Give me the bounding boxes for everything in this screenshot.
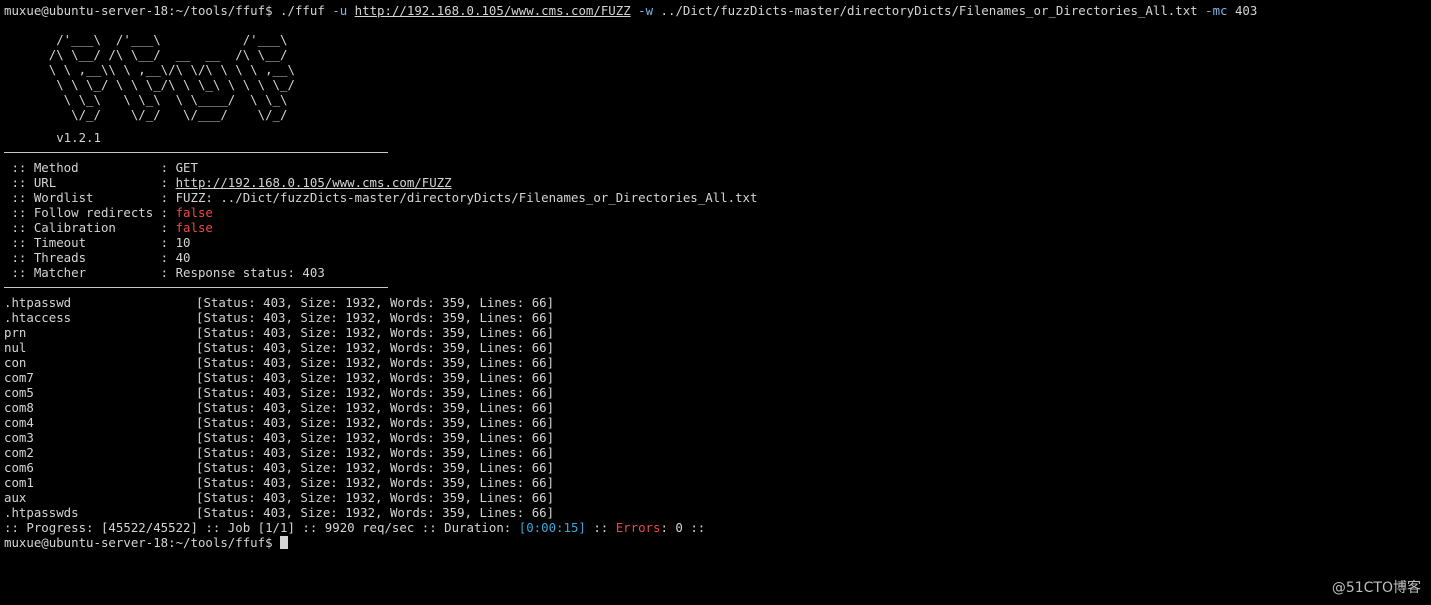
banner-line: /\ \__/ /\ \__/ __ __ /\ \__/ [4,47,288,62]
cursor-block [280,536,289,549]
version-line: v1.2.1 [4,130,1431,145]
config-url: :: URL : http://192.168.0.105/www.cms.co… [4,175,452,190]
flag-w: -w [638,3,654,18]
result-row: aux [Status: 403, Size: 1932, Words: 359,… [4,490,555,505]
divider-top [4,152,388,153]
final-prompt-line[interactable]: muxue@ubuntu-server-18:~/tools/ffuf$ [4,535,1431,550]
command-mc-value: 403 [1234,3,1258,18]
config-threads: :: Threads : 40 [4,250,191,265]
config-follow-redirects: :: Follow redirects : false [4,205,213,220]
config-block: :: Method : GET :: URL : http://192.168.… [4,160,1431,280]
result-row: nul [Status: 403, Size: 1932, Words: 359,… [4,340,555,355]
result-row: com4 [Status: 403, Size: 1932, Words: 359… [4,415,555,430]
command-url: http://192.168.0.105/www.cms.com/FUZZ [354,3,631,18]
result-row: .htaccess [Status: 403, Size: 1932, Words… [4,310,555,325]
result-row: com5 [Status: 403, Size: 1932, Words: 359… [4,385,555,400]
errors-label: Errors [615,520,661,535]
command-wordlist: ../Dict/fuzzDicts-master/directoryDicts/… [660,3,1198,18]
result-row: com6 [Status: 403, Size: 1932, Words: 359… [4,460,555,475]
result-row: com8 [Status: 403, Size: 1932, Words: 359… [4,400,555,415]
config-method: :: Method : GET [4,160,198,175]
flag-u: -u [332,3,348,18]
banner-line: \ \ \_/ \ \ \_/\ \ \_\ \ \ \ \_/ [4,77,295,92]
banner-line: /'___\ /'___\ /'___\ [4,32,288,47]
result-row: .htpasswd [Status: 403, Size: 1932, Words… [4,295,555,310]
banner-line: \ \ ,__\\ \ ,__\/\ \/\ \ \ \ ,__\ [4,62,295,77]
shell-prompt: muxue@ubuntu-server-18:~/tools/ffuf$ [4,535,273,550]
result-row: com2 [Status: 403, Size: 1932, Words: 359… [4,445,555,460]
progress-line: :: Progress: [45522/45522] :: Job [1/1] … [4,520,706,535]
result-row: com7 [Status: 403, Size: 1932, Words: 359… [4,370,555,385]
version-text: v1.2.1 [56,130,101,145]
config-matcher: :: Matcher : Response status: 403 [4,265,325,280]
result-row: com1 [Status: 403, Size: 1932, Words: 359… [4,475,555,490]
terminal-output[interactable]: muxue@ubuntu-server-18:~/tools/ffuf$ ./f… [4,3,1431,550]
result-row: con [Status: 403, Size: 1932, Words: 359,… [4,355,555,370]
config-calibration: :: Calibration : false [4,220,213,235]
result-row: com3 [Status: 403, Size: 1932, Words: 359… [4,430,555,445]
result-row: prn [Status: 403, Size: 1932, Words: 359,… [4,325,555,340]
results-list: .htpasswd [Status: 403, Size: 1932, Words… [4,295,1431,520]
config-timeout: :: Timeout : 10 [4,235,191,250]
banner-line: \/_/ \/_/ \/___/ \/_/ [4,107,288,122]
ffuf-banner: /'___\ /'___\ /'___\ /\ \__/ /\ \__/ __ … [4,32,1431,122]
watermark: @51CTO博客 [1331,580,1421,596]
flag-mc: -mc [1205,3,1228,18]
result-row: .htpasswds [Status: 403, Size: 1932, Word… [4,505,555,520]
divider-bottom [4,287,388,288]
banner-line: \ \_\ \ \_\ \ \____/ \ \_\ [4,92,288,107]
command-exe: ./ffuf [280,3,325,18]
command-line: muxue@ubuntu-server-18:~/tools/ffuf$ ./f… [4,3,1431,18]
config-wordlist: :: Wordlist : FUZZ: ../Dict/fuzzDicts-ma… [4,190,758,205]
duration-value: [0:00:15] [518,520,586,535]
shell-prompt: muxue@ubuntu-server-18:~/tools/ffuf$ [4,3,273,18]
